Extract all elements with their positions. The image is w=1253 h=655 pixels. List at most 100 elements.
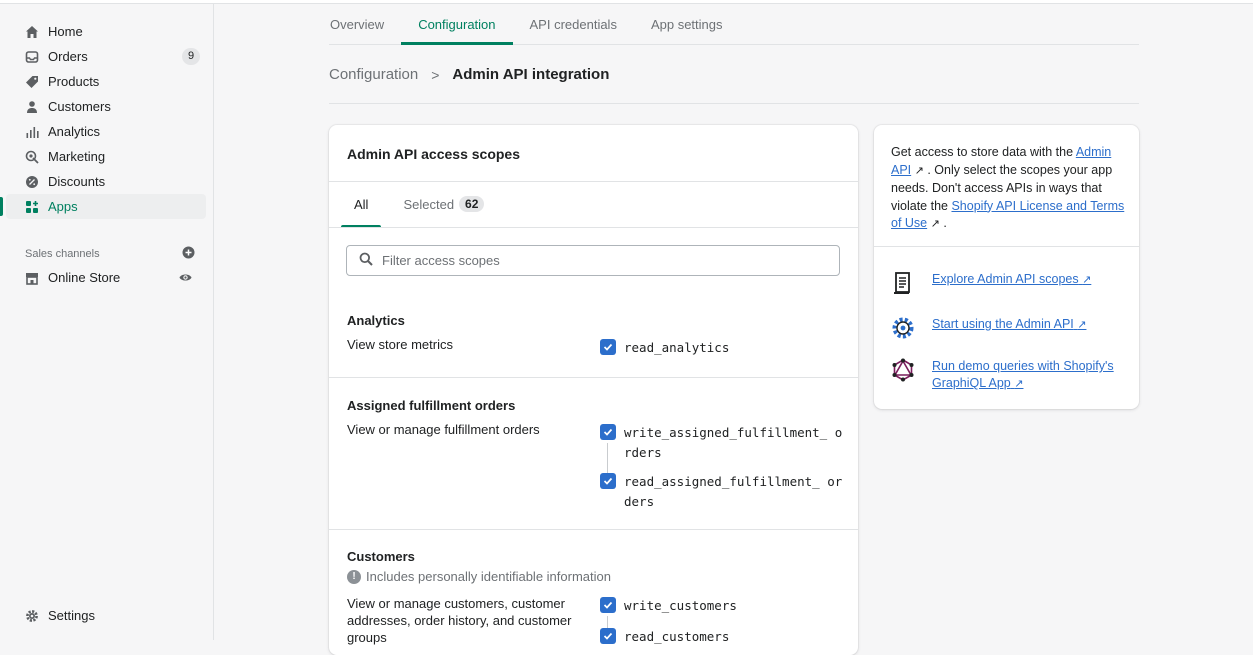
divider (329, 529, 858, 530)
sidebar-nav: Home Orders 9 Products Customers Analyti… (0, 19, 206, 219)
info-text-segment: . (939, 216, 947, 230)
filter-scopes-field[interactable] (346, 245, 840, 276)
sidebar-item-label: Analytics (48, 124, 101, 139)
scope-tabs: All Selected 62 (329, 181, 858, 228)
scope-name: read_customers (624, 629, 730, 644)
home-icon (25, 25, 39, 39)
sidebar-item-apps[interactable]: Apps (0, 194, 206, 219)
start-admin-api-link[interactable]: Start using the Admin API ↗ (932, 316, 1124, 334)
info-description: Get access to store data with the Admin … (891, 144, 1126, 234)
divider (329, 103, 1139, 104)
sidebar-item-analytics[interactable]: Analytics (6, 119, 206, 144)
scope-row-write-customers: write_customers (600, 596, 844, 616)
external-link-icon: ↗ (930, 218, 940, 230)
section-title-analytics: Analytics (347, 313, 405, 328)
alert-icon: ! (347, 569, 361, 584)
resource-start-admin-api: Start using the Admin API ↗ (891, 316, 1124, 340)
sidebar-item-discounts[interactable]: Discounts (6, 169, 206, 194)
sidebar-item-label: Home (48, 24, 83, 39)
divider (874, 246, 1139, 247)
store-icon (25, 271, 39, 285)
external-link-icon: ↗ (1077, 319, 1087, 331)
tab-api-credentials[interactable]: API credentials (513, 5, 634, 44)
scope-row-read-assigned-fulfillment: read_assigned_fulfillment_ orders (600, 472, 844, 512)
sidebar: Home Orders 9 Products Customers Analyti… (0, 0, 1253, 640)
divider (329, 227, 858, 228)
external-link-icon: ↗ (914, 164, 924, 177)
external-link-icon: ↗ (1082, 274, 1092, 286)
tag-icon (25, 75, 39, 89)
sidebar-item-label: Apps (48, 199, 78, 214)
section-description: View or manage customers, customer addre… (347, 596, 572, 645)
scope-checkbox[interactable] (600, 339, 616, 355)
external-link-icon: ↗ (1014, 378, 1024, 390)
sidebar-item-label: Products (48, 74, 100, 89)
sidebar-settings: Settings (6, 603, 206, 628)
apps-icon (25, 200, 39, 214)
sales-channels-label: Sales channels (25, 248, 100, 260)
section-description: View store metrics (347, 337, 453, 352)
scope-checkbox[interactable] (600, 628, 616, 644)
marketing-icon (25, 150, 39, 164)
selected-count-badge: 62 (459, 196, 485, 212)
resource-graphiql: Run demo queries with Shopify's GraphiQL… (891, 358, 1124, 393)
page-title: Admin API integration (452, 66, 610, 83)
person-icon (25, 100, 39, 114)
scope-name: write_customers (624, 598, 737, 613)
eye-icon[interactable] (179, 271, 192, 287)
section-description: View or manage fulfillment orders (347, 422, 540, 437)
scroll-icon (891, 271, 915, 295)
sidebar-item-label: Online Store (48, 270, 121, 285)
resource-link-label: Start using the Admin API (932, 317, 1074, 331)
sidebar-item-orders[interactable]: Orders 9 (6, 44, 206, 69)
pii-note-text: Includes personally identifiable informa… (366, 569, 611, 584)
gear-icon (891, 316, 915, 340)
sidebar-item-settings[interactable]: Settings (6, 603, 206, 628)
orders-icon (25, 50, 39, 64)
tab-app-settings[interactable]: App settings (634, 5, 740, 44)
section-title-assigned-fulfillment: Assigned fulfillment orders (347, 398, 516, 413)
divider (329, 377, 858, 378)
graphiql-app-link[interactable]: Run demo queries with Shopify's GraphiQL… (932, 358, 1124, 393)
discount-icon (25, 175, 39, 189)
sidebar-item-online-store[interactable]: Online Store (6, 265, 206, 290)
explore-scopes-link[interactable]: Explore Admin API scopes ↗ (932, 271, 1124, 289)
access-scopes-card: Admin API access scopes All Selected 62 … (329, 125, 858, 655)
resource-explore-scopes: Explore Admin API scopes ↗ (891, 271, 1124, 295)
tab-overview[interactable]: Overview (329, 5, 401, 44)
section-title-customers: Customers (347, 549, 415, 564)
sidebar-item-label: Discounts (48, 174, 106, 189)
sidebar-item-label: Customers (48, 99, 111, 114)
sidebar-item-label: Marketing (48, 149, 106, 164)
tab-selected-label: Selected (403, 196, 455, 212)
tab-all[interactable]: All (340, 181, 383, 228)
search-icon (359, 252, 373, 269)
add-channel-icon[interactable] (182, 246, 195, 262)
card-title: Admin API access scopes (347, 146, 521, 162)
tab-selected[interactable]: Selected 62 (403, 181, 485, 227)
orders-count-badge: 9 (182, 48, 200, 65)
sidebar-online-store: Online Store (6, 265, 206, 290)
gear-icon (25, 609, 39, 623)
scope-checkbox[interactable] (600, 473, 616, 489)
scope-name: write_assigned_fulfillment_ orders (624, 425, 843, 460)
info-text-segment: Get access to store data with the (891, 145, 1076, 159)
scope-row-read-analytics: read_analytics (600, 338, 844, 358)
sidebar-item-products[interactable]: Products (6, 69, 206, 94)
tab-configuration[interactable]: Configuration (401, 5, 513, 45)
sidebar-item-home[interactable]: Home (6, 19, 206, 44)
pii-note: ! Includes personally identifiable infor… (347, 569, 611, 584)
scope-checkbox[interactable] (600, 597, 616, 613)
sidebar-item-marketing[interactable]: Marketing (6, 144, 206, 169)
scope-row-write-assigned-fulfillment: write_assigned_fulfillment_ orders (600, 423, 844, 463)
sales-channels-header: Sales channels (25, 246, 195, 262)
breadcrumb-configuration-link[interactable]: Configuration (329, 66, 418, 83)
api-info-card: Get access to store data with the Admin … (874, 125, 1139, 409)
sidebar-item-label: Orders (48, 49, 88, 64)
scope-name: read_analytics (624, 340, 730, 355)
scope-checkbox[interactable] (600, 424, 616, 440)
tab-all-label: All (354, 196, 369, 212)
analytics-icon (25, 125, 39, 139)
filter-scopes-input[interactable] (382, 253, 822, 268)
sidebar-item-customers[interactable]: Customers (6, 94, 206, 119)
